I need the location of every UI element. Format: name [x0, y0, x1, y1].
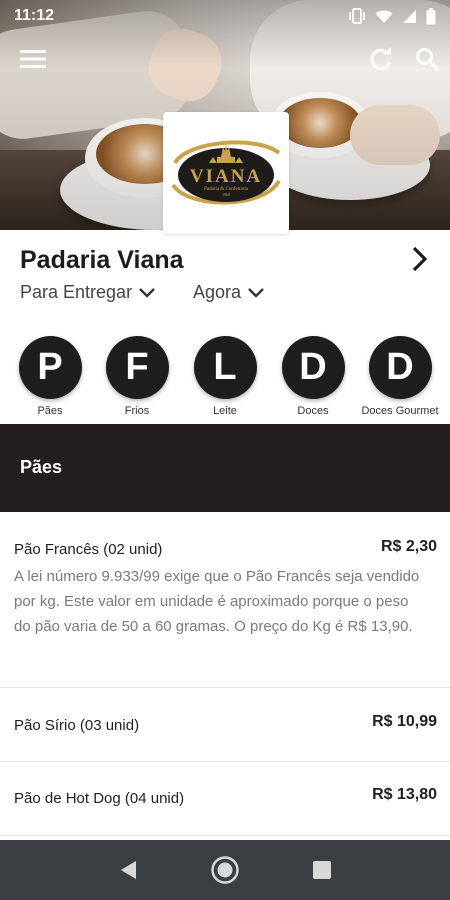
- category-badge: D: [281, 336, 345, 399]
- top-app-bar: [0, 38, 450, 78]
- search-icon: [416, 48, 439, 71]
- product-item[interactable]: Pão Francês (02 unid) R$ 2,30 A lei núme…: [0, 512, 450, 688]
- product-name: Pão Francês (02 unid): [14, 541, 163, 558]
- recents-button[interactable]: [302, 850, 342, 890]
- store-header: Padaria Viana Para Entregar Agora: [0, 234, 450, 324]
- back-icon: [121, 861, 137, 879]
- menu-icon: [20, 50, 46, 68]
- chevron-down-icon: [248, 287, 264, 298]
- category-paes[interactable]: P Pães: [9, 334, 91, 417]
- viana-logo: VIANA Padaria & Confeitaria 1968: [171, 140, 281, 205]
- logo-since: 1968: [222, 192, 230, 197]
- chevron-right-icon: [412, 246, 428, 272]
- product-price: R$ 13,80: [372, 786, 437, 803]
- wifi-icon: [375, 9, 393, 24]
- category-doces[interactable]: D Doces: [272, 334, 354, 417]
- home-button[interactable]: [205, 850, 245, 890]
- schedule-label: Agora: [193, 282, 242, 302]
- menu-button[interactable]: [16, 42, 50, 76]
- status-bar: 11:12: [0, 0, 450, 32]
- category-badge: L: [193, 336, 257, 399]
- category-badge: F: [105, 336, 169, 399]
- chevron-down-icon: [139, 287, 155, 298]
- product-item[interactable]: Pão Sírio (03 unid) R$ 10,99: [0, 688, 450, 762]
- product-description: A lei número 9.933/99 exige que o Pão Fr…: [14, 568, 420, 635]
- signal-icon: [402, 9, 417, 24]
- home-icon: [211, 856, 239, 884]
- category-label: Doces: [297, 405, 329, 417]
- store-logo: VIANA Padaria & Confeitaria 1968: [163, 112, 289, 234]
- category-label: Doces Gourmet: [361, 405, 439, 417]
- product-list: Pão Francês (02 unid) R$ 2,30 A lei núme…: [0, 512, 450, 840]
- category-label: Pães: [37, 405, 63, 417]
- refresh-icon: [370, 47, 392, 71]
- section-title: Pães: [20, 457, 63, 477]
- product-price: R$ 10,99: [372, 713, 437, 730]
- category-label: Frios: [124, 405, 150, 417]
- back-button[interactable]: [108, 850, 148, 890]
- category-doces-gourmet[interactable]: D Doces Gourmet: [359, 334, 441, 417]
- status-icons: [348, 7, 436, 25]
- refresh-button[interactable]: [364, 42, 398, 76]
- status-time: 11:12: [14, 7, 55, 24]
- vibrate-icon: [348, 8, 366, 24]
- product-price: R$ 2,30: [380, 538, 437, 555]
- category-badge: P: [18, 336, 82, 399]
- search-button[interactable]: [410, 42, 444, 76]
- delivery-mode-label: Para Entregar: [20, 282, 133, 302]
- logo-brand: VIANA: [190, 166, 262, 187]
- category-frios[interactable]: F Frios: [96, 334, 178, 417]
- category-badge: D: [368, 336, 432, 399]
- product-item[interactable]: Pão de Hot Dog (04 unid) R$ 13,80: [0, 762, 450, 836]
- delivery-mode-dropdown[interactable]: Para Entregar: [20, 282, 156, 303]
- recents-icon: [312, 861, 331, 879]
- store-name: Padaria Viana: [20, 246, 184, 274]
- category-label: Leite: [213, 405, 237, 417]
- system-navigation-bar: [0, 840, 450, 900]
- store-details-button[interactable]: [404, 244, 434, 274]
- section-header: Pães: [0, 424, 450, 512]
- category-list: P Pães F Frios L Leite D Doces D Doces G…: [0, 334, 450, 424]
- category-leite[interactable]: L Leite: [184, 334, 266, 417]
- schedule-dropdown[interactable]: Agora: [193, 282, 265, 303]
- battery-icon: [426, 7, 436, 25]
